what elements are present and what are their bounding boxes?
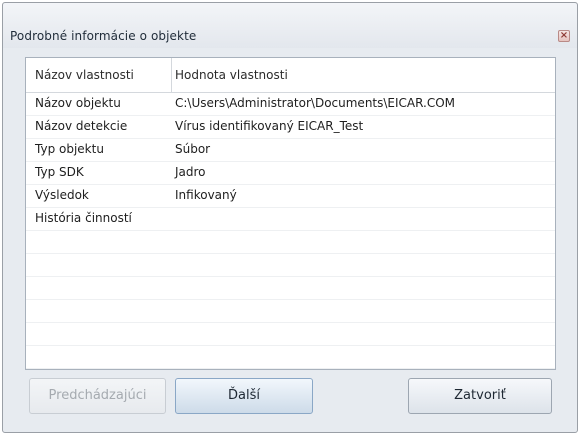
property-value: Vírus identifikovaný EICAR_Test — [175, 119, 364, 133]
previous-button[interactable]: Predchádzajúci — [29, 378, 166, 414]
properties-table: Názov vlastnosti Hodnota vlastnosti Názo… — [25, 57, 556, 370]
table-row[interactable]: História činností — [26, 208, 555, 231]
close-icon[interactable]: × — [558, 30, 570, 42]
property-value: Súbor — [175, 142, 211, 156]
property-name: Typ objektu — [35, 142, 104, 156]
table-row[interactable]: Typ SDK Jadro — [26, 162, 555, 185]
table: Názov vlastnosti Hodnota vlastnosti Názo… — [26, 58, 555, 369]
property-value: C:\Users\Administrator\Documents\EICAR.C… — [175, 96, 456, 110]
column-divider[interactable] — [171, 58, 172, 92]
table-row[interactable]: Názov objektu C:\Users\Administrator\Doc… — [26, 93, 555, 116]
table-row-empty — [26, 254, 555, 277]
property-value: Infikovaný — [175, 188, 237, 202]
table-header: Názov vlastnosti Hodnota vlastnosti — [26, 58, 555, 93]
table-row-empty — [26, 323, 555, 346]
dialog-title: Podrobné informácie o objekte — [10, 29, 197, 43]
table-row-empty — [26, 277, 555, 300]
header-property-value[interactable]: Hodnota vlastnosti — [175, 68, 288, 82]
title-bar: Podrobné informácie o objekte × — [3, 3, 577, 48]
table-row[interactable]: Výsledok Infikovaný — [26, 185, 555, 208]
property-name: Výsledok — [35, 188, 89, 202]
next-button[interactable]: Ďalší — [175, 378, 313, 414]
table-row-empty — [26, 346, 555, 369]
table-row-empty — [26, 231, 555, 254]
property-name: História činností — [35, 211, 132, 225]
property-name: Názov objektu — [35, 96, 121, 110]
property-value: Jadro — [175, 165, 206, 179]
table-row-empty — [26, 300, 555, 323]
table-row[interactable]: Názov detekcie Vírus identifikovaný EICA… — [26, 116, 555, 139]
close-button[interactable]: Zatvoriť — [408, 378, 552, 414]
property-name: Typ SDK — [35, 165, 84, 179]
table-row[interactable]: Typ objektu Súbor — [26, 139, 555, 162]
property-name: Názov detekcie — [35, 119, 128, 133]
header-property-name[interactable]: Názov vlastnosti — [35, 68, 134, 82]
